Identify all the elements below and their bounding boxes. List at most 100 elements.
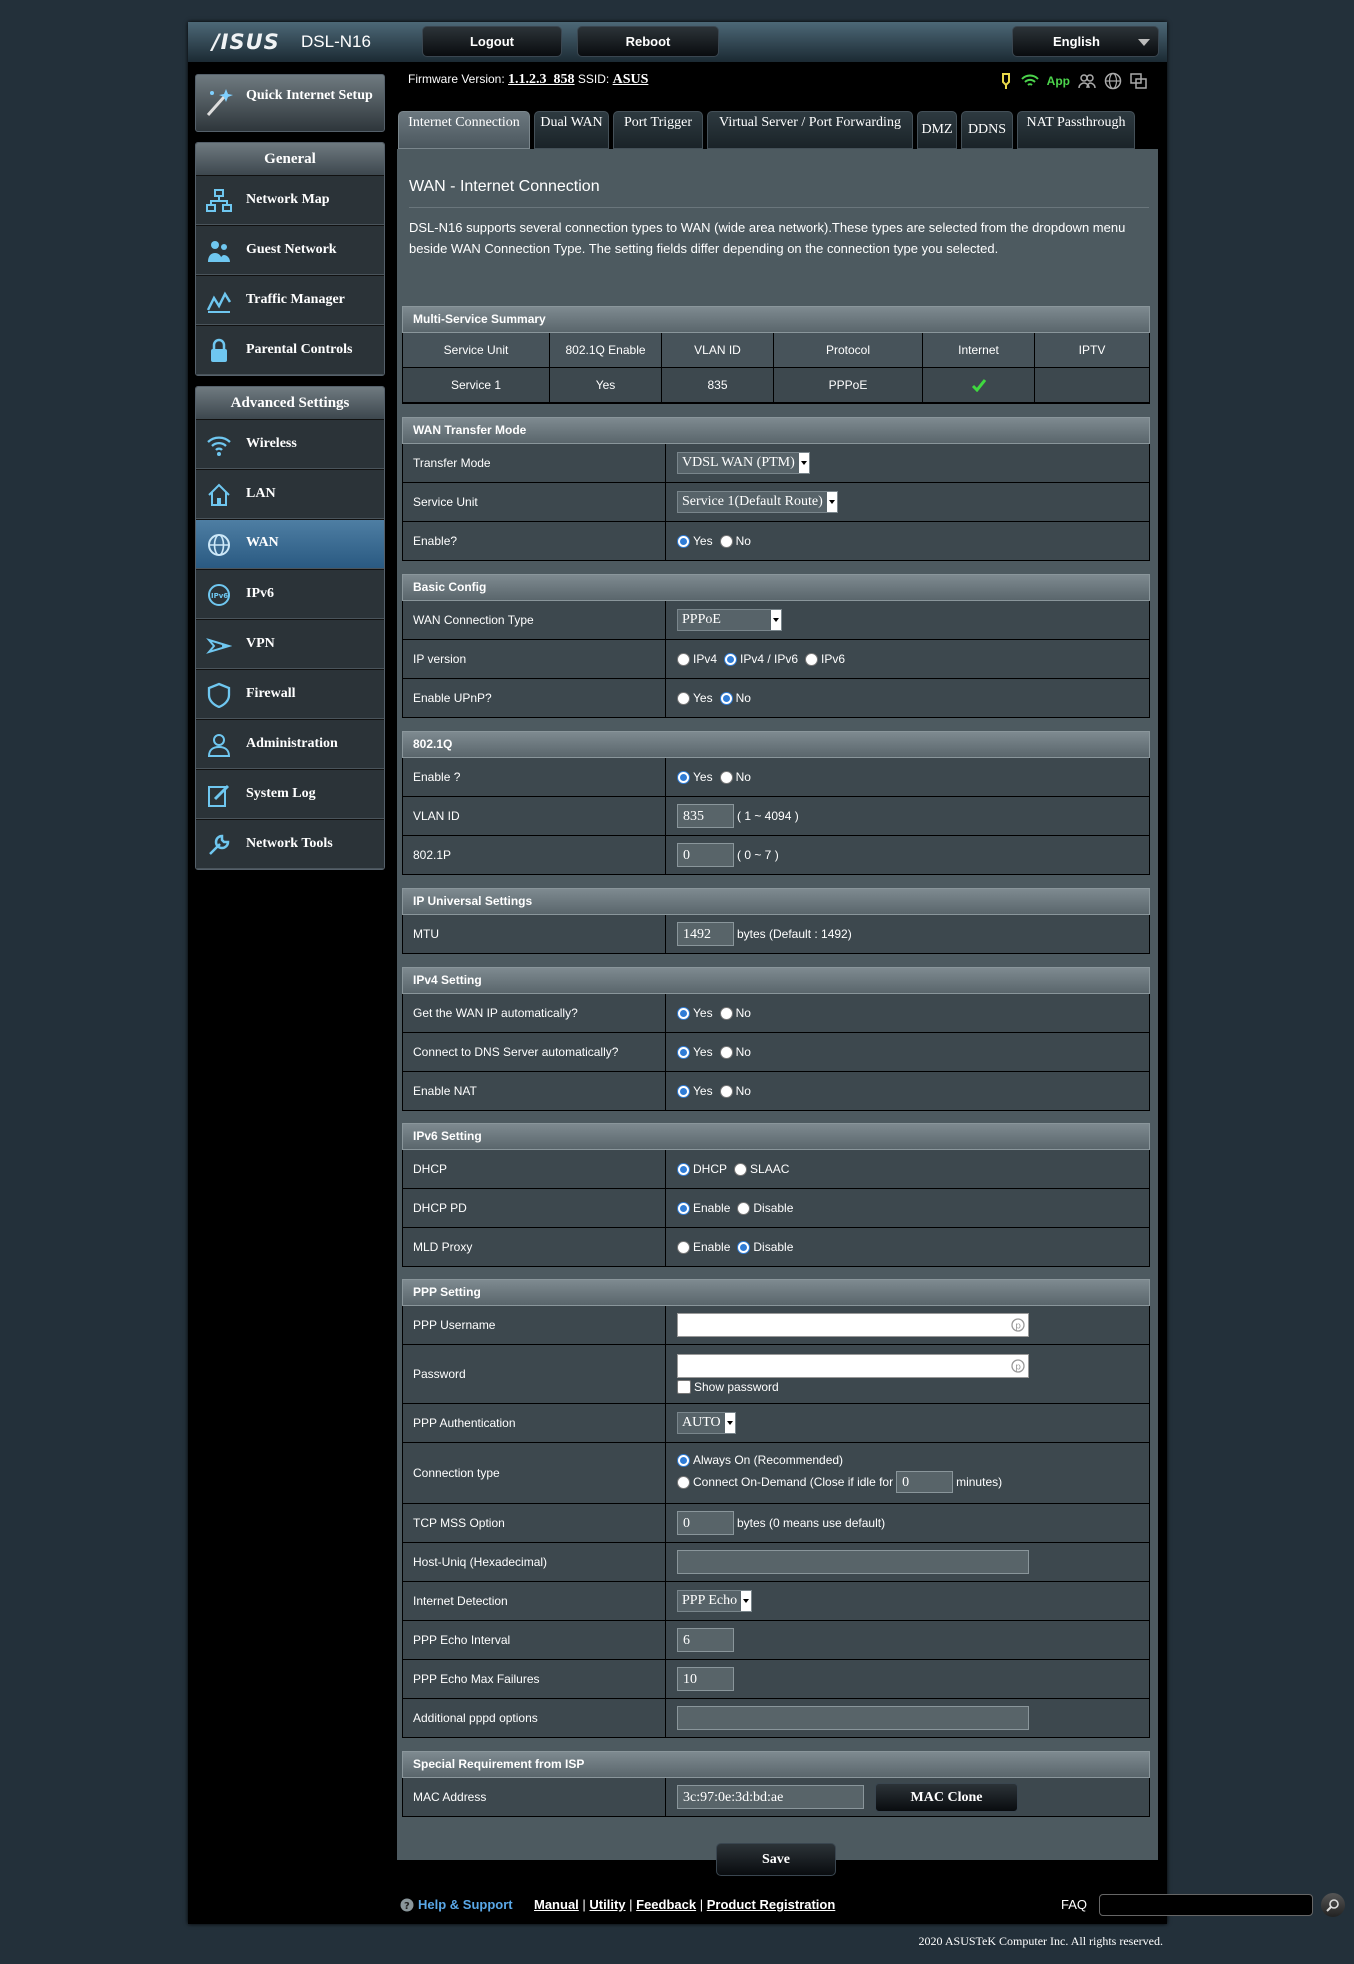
- echo-interval-input[interactable]: 6: [677, 1628, 734, 1652]
- ipv4-radio[interactable]: [677, 652, 690, 666]
- sidebar-item-firewall[interactable]: Firewall: [196, 669, 384, 719]
- tcp-mss-input[interactable]: 0: [677, 1511, 734, 1535]
- password-manager-icon[interactable]: p: [1011, 1318, 1025, 1332]
- always-on-radio[interactable]: [677, 1453, 690, 1467]
- pd-disable-radio[interactable]: [737, 1201, 751, 1215]
- nat-yes-radio[interactable]: [677, 1084, 690, 1098]
- minutes-label: minutes): [956, 1475, 1003, 1489]
- sidebar-item-administration[interactable]: Administration: [196, 719, 384, 769]
- host-uniq-input[interactable]: [677, 1550, 1029, 1574]
- general-group: General Network Map Guest Network Traffic …: [195, 142, 385, 376]
- clients-icon[interactable]: [1078, 73, 1096, 89]
- wan-connection-type-select[interactable]: PPPoE: [677, 609, 782, 631]
- sidebar-item-traffic-manager[interactable]: Traffic Manager: [196, 275, 384, 325]
- reboot-button[interactable]: Reboot: [577, 26, 719, 57]
- vlan-id-input[interactable]: 835: [677, 804, 734, 828]
- ipv4-ipv6-radio[interactable]: [724, 652, 738, 666]
- ppp-username-input[interactable]: p: [677, 1313, 1029, 1337]
- password-manager-icon[interactable]: p: [1011, 1359, 1025, 1373]
- sidebar-item-wireless[interactable]: Wireless: [196, 419, 384, 469]
- show-password-checkbox[interactable]: [677, 1380, 691, 1394]
- idle-time-input[interactable]: 0: [896, 1471, 954, 1493]
- tab-internet-connection[interactable]: Internet Connection: [398, 111, 530, 149]
- quick-internet-setup-button[interactable]: Quick Internet Setup: [195, 74, 385, 132]
- ipv6-radio[interactable]: [805, 652, 819, 666]
- help-support-link[interactable]: ? Help & Support: [400, 1897, 513, 1912]
- pd-enable-radio[interactable]: [677, 1201, 690, 1215]
- password-input[interactable]: p: [677, 1354, 1029, 1378]
- pppd-options-label: Additional pppd options: [403, 1699, 666, 1737]
- upnp-yes-radio[interactable]: [677, 691, 690, 705]
- save-button[interactable]: Save: [716, 1843, 836, 1876]
- traffic-manager-icon: [206, 291, 232, 313]
- logout-button[interactable]: Logout: [422, 26, 562, 57]
- slaac-radio[interactable]: [734, 1162, 748, 1176]
- sidebar-item-vpn[interactable]: VPN: [196, 619, 384, 669]
- faq-search-button[interactable]: [1321, 1893, 1345, 1917]
- ppp-auth-select[interactable]: AUTO: [677, 1412, 736, 1434]
- auto-ip-no-radio[interactable]: [719, 1006, 733, 1020]
- manual-link[interactable]: Manual: [534, 1897, 579, 1912]
- tab-dmz[interactable]: DMZ: [917, 111, 957, 149]
- sidebar-item-label: Network Map: [246, 192, 330, 207]
- lan-icon: [208, 483, 230, 506]
- dot1p-input[interactable]: 0: [677, 843, 734, 867]
- internet-detection-select[interactable]: PPP Echo: [677, 1590, 753, 1612]
- mac-clone-button[interactable]: MAC Clone: [875, 1782, 1018, 1812]
- sidebar-item-ipv6[interactable]: IPv6 IPv6: [196, 569, 384, 619]
- sidebar-item-guest-network[interactable]: Guest Network: [196, 225, 384, 275]
- ssid-link[interactable]: ASUS: [613, 72, 649, 87]
- host-uniq-label: Host-Uniq (Hexadecimal): [403, 1543, 666, 1581]
- wifi-status-icon[interactable]: [1020, 74, 1039, 88]
- on-demand-radio[interactable]: [677, 1475, 690, 1489]
- copy-icon[interactable]: [1130, 73, 1148, 89]
- sidebar-item-network-map[interactable]: Network Map: [196, 175, 384, 225]
- auto-dns-no-radio[interactable]: [719, 1045, 733, 1059]
- auto-ip-yes-radio[interactable]: [677, 1006, 690, 1020]
- mac-address-label: MAC Address: [403, 1778, 666, 1816]
- radio-label: Disable: [753, 1201, 794, 1215]
- service-unit-select[interactable]: Service 1(Default Route): [677, 491, 838, 513]
- product-registration-link[interactable]: Product Registration: [707, 1897, 836, 1912]
- mtu-input[interactable]: 1492: [677, 922, 734, 946]
- transfer-mode-select[interactable]: VDSL WAN (PTM): [677, 452, 810, 474]
- mld-disable-radio[interactable]: [737, 1240, 751, 1254]
- language-select[interactable]: English: [1012, 26, 1159, 57]
- sidebar-item-wan[interactable]: WAN: [196, 519, 384, 569]
- sidebar-item-lan[interactable]: LAN: [196, 469, 384, 519]
- sidebar-item-label: Guest Network: [246, 242, 337, 257]
- upnp-no-radio[interactable]: [719, 691, 733, 705]
- pppd-options-input[interactable]: [677, 1706, 1029, 1730]
- chevron-down-icon: [798, 453, 809, 473]
- dhcp-radio[interactable]: [677, 1162, 690, 1176]
- echo-max-failures-input[interactable]: 10: [677, 1667, 734, 1691]
- enable-yes-radio[interactable]: [677, 534, 690, 548]
- dot1q-yes-radio[interactable]: [677, 770, 690, 784]
- app-link[interactable]: App: [1047, 74, 1070, 88]
- nat-no-radio[interactable]: [719, 1084, 733, 1098]
- tab-virtual-server[interactable]: Virtual Server / Port Forwarding: [707, 111, 913, 149]
- utility-link[interactable]: Utility: [589, 1897, 625, 1912]
- radio-label: SLAAC: [750, 1162, 790, 1176]
- sidebar-item-network-tools[interactable]: Network Tools: [196, 819, 384, 869]
- auto-dns-yes-radio[interactable]: [677, 1045, 690, 1059]
- tab-nat-passthrough[interactable]: NAT Passthrough: [1017, 111, 1135, 149]
- sidebar-item-parental-controls[interactable]: Parental Controls: [196, 325, 384, 375]
- firmware-version-link[interactable]: 1.1.2.3_858: [508, 72, 575, 87]
- mac-address-input[interactable]: 3c:97:0e:3d:bd:ae: [677, 1785, 864, 1809]
- sidebar-item-system-log[interactable]: System Log: [196, 769, 384, 819]
- feedback-link[interactable]: Feedback: [636, 1897, 696, 1912]
- tab-port-trigger[interactable]: Port Trigger: [613, 111, 703, 149]
- enable-no-radio[interactable]: [719, 534, 733, 548]
- usb-status-icon[interactable]: [999, 73, 1013, 89]
- tab-ddns[interactable]: DDNS: [961, 111, 1013, 149]
- mld-enable-radio[interactable]: [677, 1240, 690, 1254]
- isp-requirement: Special Requirement from ISP MAC Address…: [402, 1751, 1150, 1817]
- tab-dual-wan[interactable]: Dual WAN: [534, 111, 609, 149]
- radio-label: Yes: [693, 1084, 713, 1098]
- faq-search-input[interactable]: [1099, 1894, 1313, 1916]
- dot1q-no-radio[interactable]: [719, 770, 733, 784]
- globe-icon[interactable]: [1104, 72, 1122, 90]
- active-indicator: [384, 532, 385, 556]
- vlan-range: ( 1 ~ 4094 ): [737, 809, 799, 823]
